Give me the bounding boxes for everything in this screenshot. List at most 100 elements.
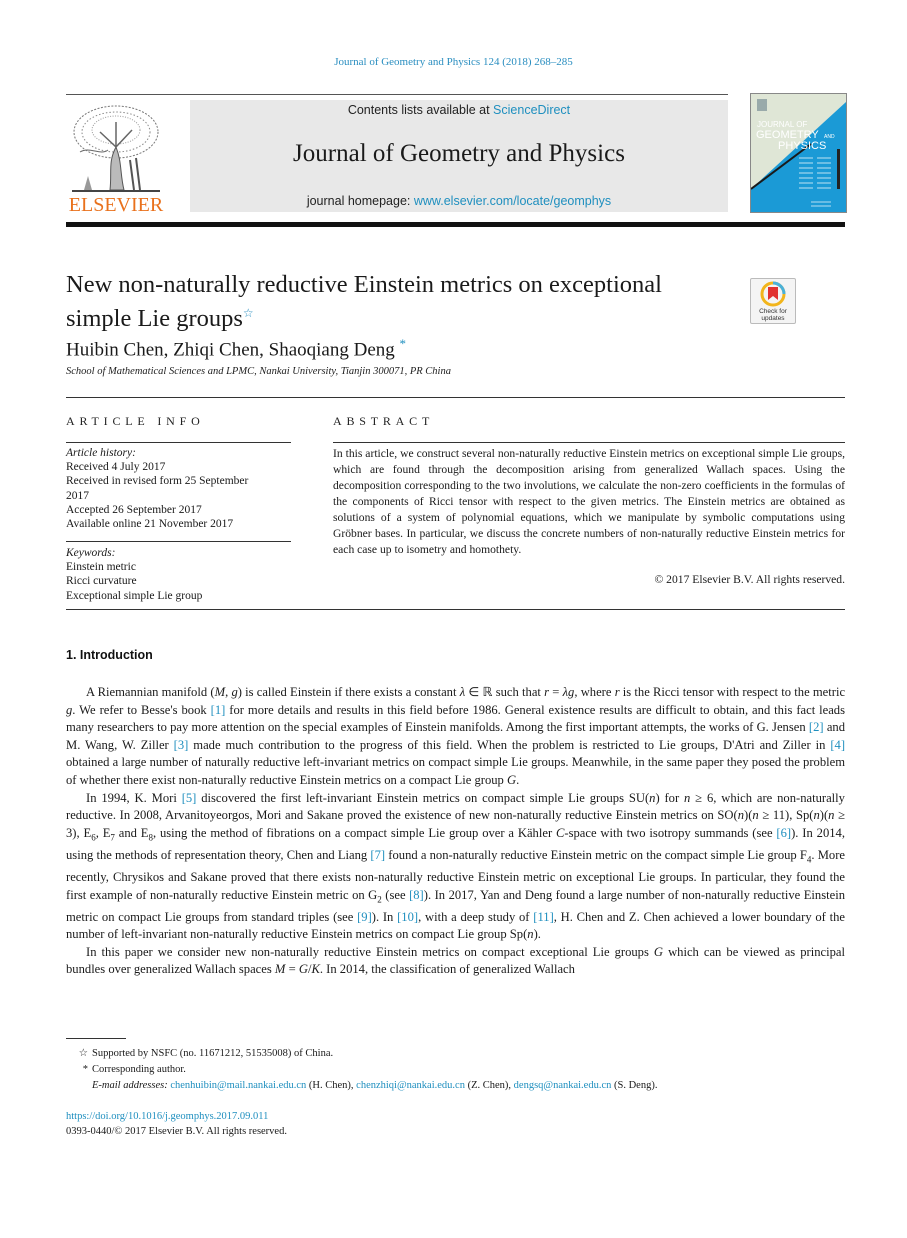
author-names: Huibin Chen, Zhiqi Chen, Shaoqiang Deng [66, 339, 395, 361]
front-matter-end-rule [66, 609, 845, 610]
math-symbol: n [527, 927, 534, 942]
citation-link[interactable]: [4] [830, 738, 845, 752]
citation-link[interactable]: [3] [174, 738, 189, 752]
history-revised: Received in revised form 25 September 20… [66, 475, 249, 502]
math-symbol: C [556, 825, 565, 840]
math-symbol: G [653, 944, 664, 959]
article-history-label: Article history: [66, 447, 136, 459]
affiliation: School of Mathematical Sciences and LPMC… [66, 366, 451, 377]
email-owner: (H. Chen), [306, 1080, 357, 1091]
keywords-label: Keywords: [66, 547, 116, 559]
email-link-zchen[interactable]: chenzhiqi@nankai.edu.cn [356, 1080, 465, 1091]
paragraph: In 1994, K. Mori [5] discovered the firs… [66, 790, 846, 942]
subscript: 7 [110, 832, 115, 843]
running-head[interactable]: Journal of Geometry and Physics 124 (201… [0, 56, 907, 68]
sciencedirect-link[interactable]: ScienceDirect [493, 103, 570, 117]
corresponding-author-mark[interactable]: * [400, 336, 407, 351]
math-symbol: λ [459, 685, 466, 699]
math-symbol: n [649, 790, 656, 805]
citation-link[interactable]: [2] [809, 720, 824, 734]
article-info-heading: ARTICLE INFO [66, 414, 205, 428]
divider [66, 397, 845, 398]
citation-link[interactable]: [11] [533, 910, 554, 924]
footnote-funding: ☆ Supported by NSFC (no. 11671212, 515350… [66, 1046, 845, 1062]
footnote-rule [66, 1038, 126, 1039]
funding-text: Supported by NSFC (no. 11671212, 5153500… [92, 1048, 334, 1059]
keyword: Ricci curvature [66, 575, 137, 588]
history-online: Available online 21 November 2017 [66, 518, 234, 531]
journal-homepage-link[interactable]: www.elsevier.com/locate/geomphys [414, 194, 611, 208]
keywords-rule [66, 541, 291, 542]
journal-masthead: Contents lists available at ScienceDirec… [190, 100, 728, 212]
subscript: 6 [91, 832, 96, 843]
math-symbol: n [684, 790, 691, 805]
elsevier-logo[interactable]: ELSEVIER [66, 100, 166, 216]
homepage-line: journal homepage: www.elsevier.com/locat… [190, 194, 728, 208]
elsevier-wordmark: ELSEVIER [68, 194, 164, 216]
contents-prefix: Contents lists available at [347, 103, 494, 117]
abstract-text: In this article, we construct several no… [333, 447, 845, 556]
section-heading-introduction: 1. Introduction [66, 648, 153, 662]
history-received: Received 4 July 2017 [66, 461, 166, 474]
cover-line1: JOURNAL OF [757, 120, 807, 129]
footnote-asterisk-icon: * [82, 1064, 88, 1075]
math-symbol: G [298, 962, 308, 977]
paragraph: A Riemannian manifold (M, g) is called E… [66, 685, 846, 787]
abstract-heading: ABSTRACT [333, 414, 435, 428]
math-symbol: g [231, 685, 238, 699]
math-symbol: M [214, 685, 226, 699]
footnote-emails: E-mail addresses: chenhuibin@mail.nankai… [66, 1078, 845, 1094]
corresponding-text: Corresponding author. [92, 1064, 186, 1075]
email-owner: (S. Deng). [611, 1080, 658, 1091]
footnote-corresponding: * Corresponding author. [66, 1062, 845, 1078]
authors: Huibin Chen, Zhiqi Chen, Shaoqiang Deng … [66, 336, 406, 361]
subscript: 4 [806, 854, 812, 865]
math-symbol: g [66, 702, 73, 717]
doi-link[interactable]: https://doi.org/10.1016/j.geomphys.2017.… [66, 1111, 268, 1122]
check-for-updates-button[interactable]: Check for updates [750, 278, 796, 324]
citation-link[interactable]: [1] [211, 703, 226, 717]
keyword: Exceptional simple Lie group [66, 589, 203, 602]
header-thick-rule [66, 222, 845, 227]
introduction-body: A Riemannian manifold (M, g) is called E… [66, 684, 845, 979]
article-history: Article history: Received 4 July 2017 Re… [66, 446, 296, 531]
math-symbol: n [828, 808, 835, 823]
journal-title: Journal of Geometry and Physics [293, 140, 625, 167]
subscript: 8 [148, 832, 153, 843]
math-symbol: n [737, 808, 745, 823]
citation-link[interactable]: [6] [776, 826, 791, 840]
math-symbol: λg [562, 685, 575, 699]
journal-cover-thumbnail[interactable]: JOURNAL OF GEOMETRY AND PHYSICS [750, 93, 847, 213]
cover-art: JOURNAL OF GEOMETRY AND PHYSICS [751, 94, 846, 212]
citation-link[interactable]: [5] [182, 791, 197, 805]
email-link-hchen[interactable]: chenhuibin@mail.nankai.edu.cn [170, 1080, 306, 1091]
citation-link[interactable]: [8] [409, 888, 424, 902]
abstract-rule [333, 442, 845, 443]
math-symbol: M [274, 962, 286, 977]
title-line-2: simple Lie groups [66, 305, 243, 333]
title-line-2-wrap: simple Lie groups☆ [66, 299, 746, 333]
abstract-copyright: © 2017 Elsevier B.V. All rights reserved… [654, 573, 845, 586]
math-symbol: n [813, 808, 820, 823]
contents-line: Contents lists available at ScienceDirec… [190, 103, 728, 117]
email-owner: (Z. Chen), [464, 1080, 514, 1091]
article-title: New non-naturally reductive Einstein met… [66, 270, 746, 333]
keywords: Keywords: Einstein metric Ricci curvatur… [66, 546, 296, 603]
check-updates-icon [760, 281, 786, 307]
math-symbol: n [752, 808, 759, 823]
math-symbol: r [544, 685, 550, 699]
citation-link[interactable]: [7] [370, 848, 385, 862]
email-link-sdeng[interactable]: dengsq@nankai.edu.cn [514, 1080, 612, 1091]
email-label: E-mail addresses: [92, 1080, 171, 1091]
check-updates-label-2: updates [761, 315, 785, 322]
check-updates-label: Check for updates [751, 308, 795, 322]
check-updates-label-1: Check for [759, 308, 787, 315]
elsevier-tree-icon [70, 102, 162, 194]
title-footnote-star-icon[interactable]: ☆ [243, 306, 254, 320]
homepage-prefix: journal homepage: [306, 194, 414, 208]
keyword: Einstein metric [66, 561, 136, 574]
citation-link[interactable]: [9] [357, 910, 372, 924]
footnote-star-icon: ☆ [78, 1048, 88, 1059]
article-info-rule [66, 442, 291, 443]
citation-link[interactable]: [10] [397, 910, 418, 924]
